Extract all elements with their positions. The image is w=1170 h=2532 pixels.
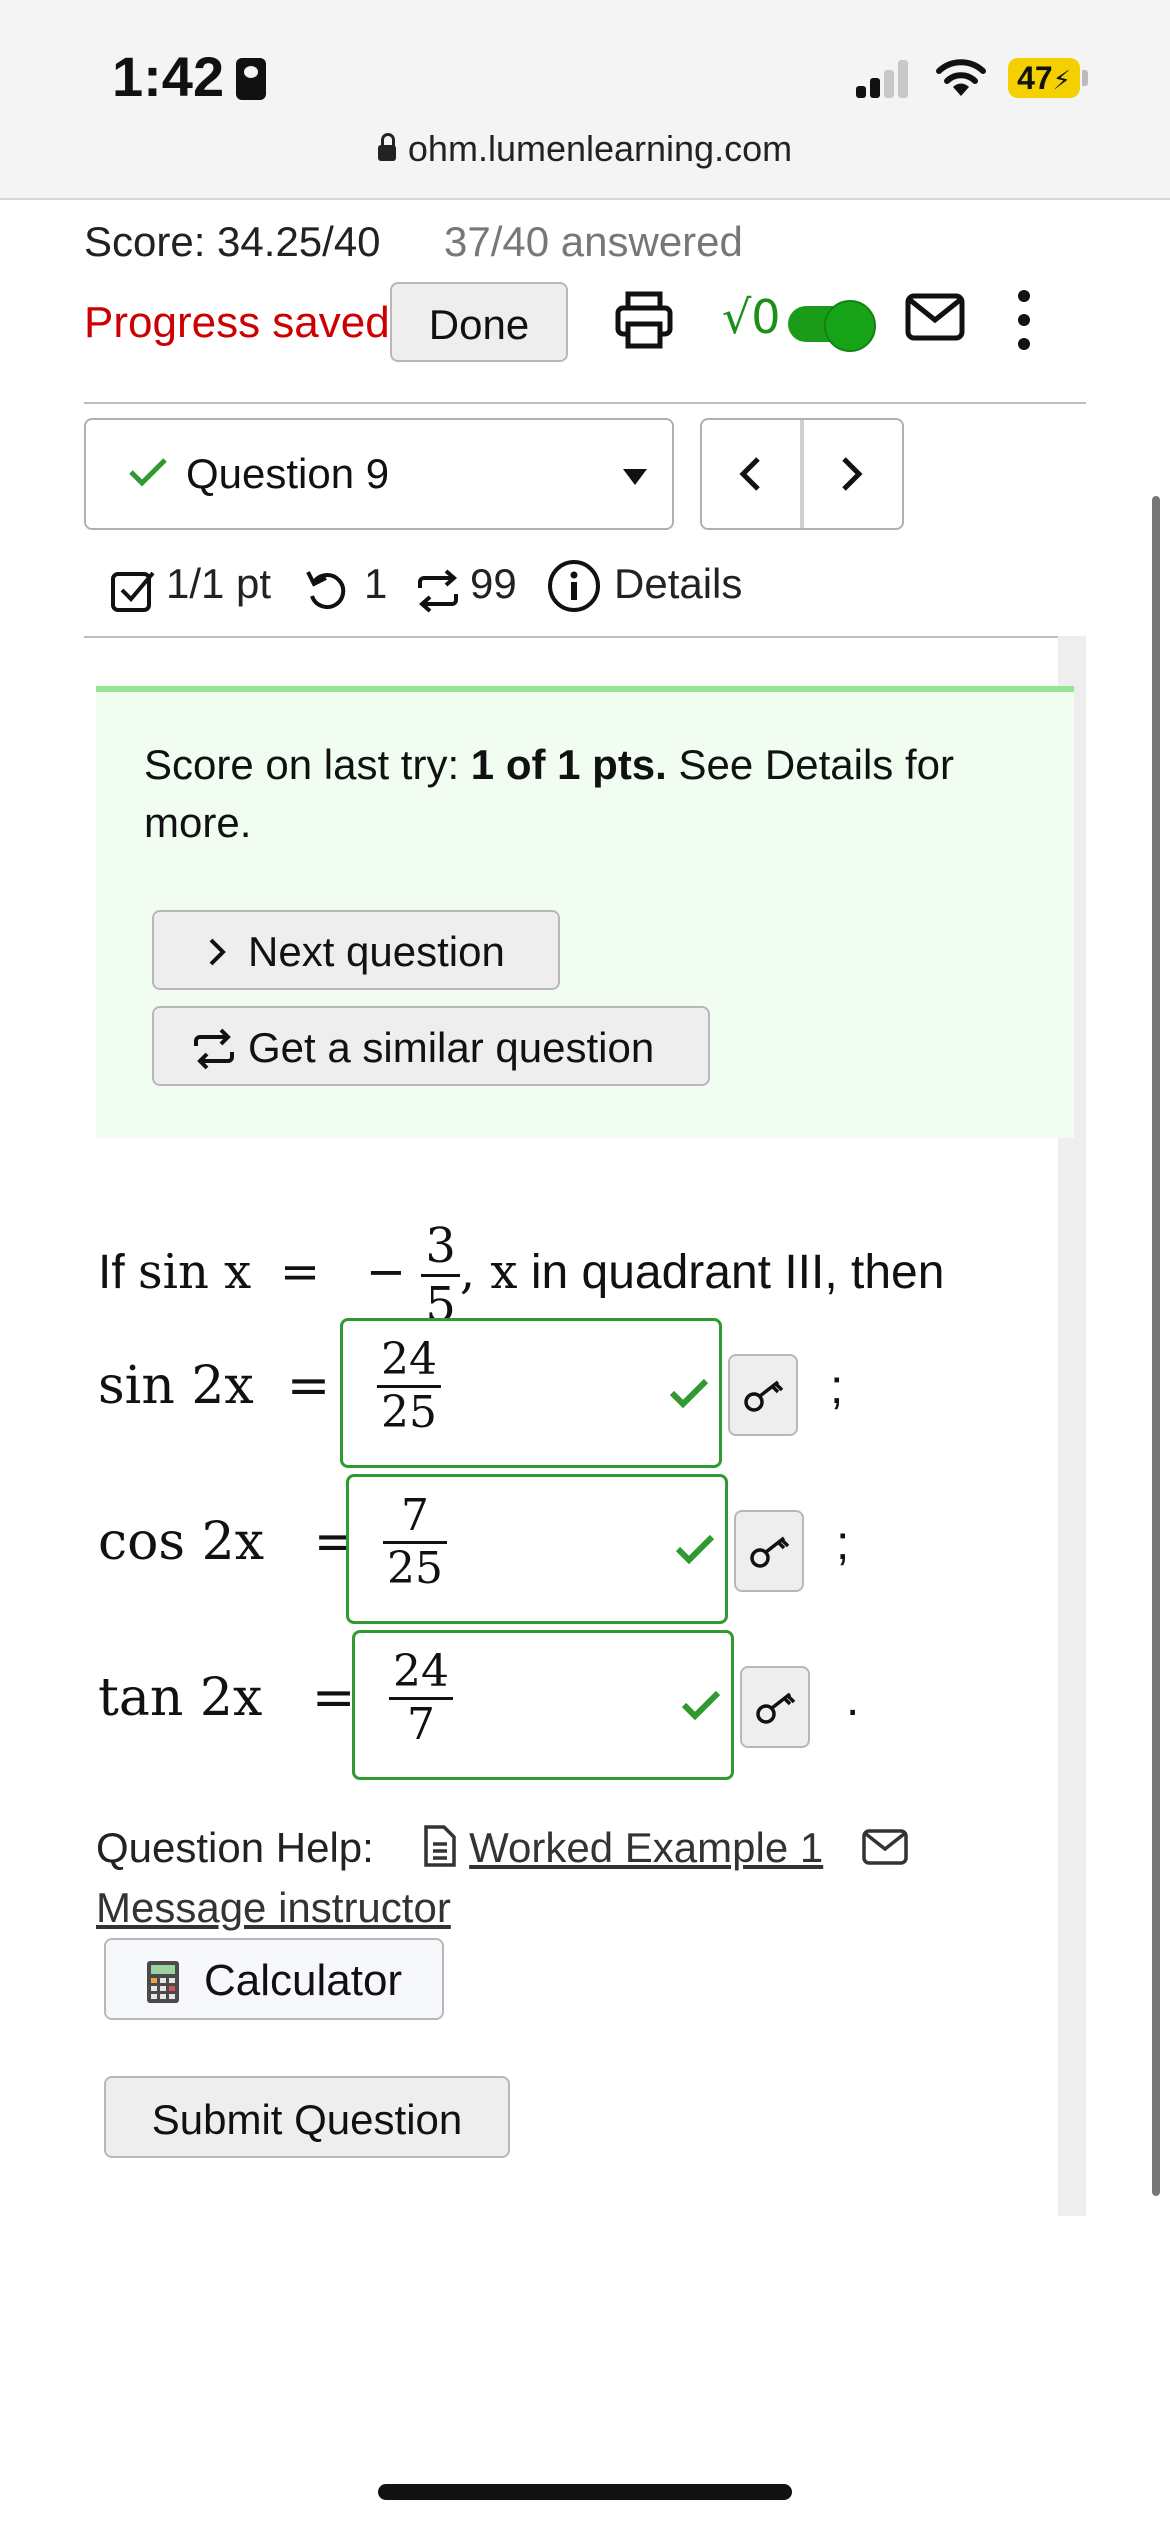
check-icon <box>129 458 167 487</box>
battery-icon: 47⚡ <box>1008 58 1080 98</box>
show-answer-key-button[interactable] <box>728 1354 798 1436</box>
regenerate-icon <box>418 569 458 613</box>
previous-question-icon[interactable] <box>738 456 762 492</box>
retries-count: 1 <box>364 560 388 607</box>
wifi-icon <box>936 59 986 96</box>
question-select[interactable]: Question 9 <box>84 418 674 530</box>
done-button[interactable]: Done <box>390 282 568 362</box>
assessment-score: Score: 34.25/40 <box>84 218 381 265</box>
info-icon[interactable] <box>546 558 602 614</box>
answer-label-cos: cos 2x = <box>98 1512 358 1572</box>
answer-input-cos[interactable]: 7 25 <box>346 1474 728 1624</box>
feedback-panel: Score on last try: 1 of 1 pts. See Detai… <box>96 686 1074 1138</box>
question-points: 1/1 pt <box>166 560 272 607</box>
address-bar[interactable]: ohm.lumenlearning.com <box>0 128 1170 170</box>
points-checkbox-icon <box>111 571 155 612</box>
given-fraction: 3 5 <box>421 1218 460 1333</box>
correct-check-icon <box>675 1534 715 1565</box>
regenerate-icon <box>194 1028 234 1070</box>
answer-value: 7 25 <box>383 1491 447 1594</box>
question-help: Question Help: Worked Example 1 <box>96 1824 909 1872</box>
retry-icon <box>306 571 346 610</box>
correct-check-icon <box>669 1378 709 1409</box>
scrollbar[interactable] <box>1152 496 1160 2196</box>
clock: 1:42 <box>112 44 267 109</box>
answer-punct: ; <box>830 1361 844 1414</box>
header-divider <box>84 402 1086 404</box>
next-question-label: Next question <box>248 928 505 975</box>
selected-question: Question 9 <box>186 450 390 497</box>
similar-question-button[interactable]: Get a similar question <box>152 1006 710 1086</box>
calculator-icon <box>147 1961 179 2003</box>
answer-punct: . <box>846 1673 860 1726</box>
correct-check-icon <box>681 1690 721 1721</box>
chevron-down-icon <box>623 469 647 485</box>
submit-question-button[interactable]: Submit Question <box>104 2076 510 2158</box>
details-link[interactable]: Details <box>614 560 742 608</box>
more-options-icon[interactable] <box>1008 288 1040 352</box>
url-text: ohm.lumenlearning.com <box>407 128 793 169</box>
answered-count: 37/40 answered <box>444 218 743 265</box>
feedback-message: Score on last try: 1 of 1 pts. See Detai… <box>144 741 954 846</box>
answer-input-tan[interactable]: 24 7 <box>352 1630 734 1780</box>
next-question-icon[interactable] <box>840 456 864 492</box>
show-answer-key-button[interactable] <box>734 1510 804 1592</box>
battery-tip <box>1082 70 1088 86</box>
answer-value: 24 7 <box>389 1647 453 1750</box>
key-icon <box>744 1380 784 1412</box>
cellular-signal-icon <box>856 58 916 98</box>
answer-label-sin: sin 2x = <box>98 1356 331 1416</box>
lock-icon <box>377 133 396 161</box>
chevron-right-icon <box>209 938 226 966</box>
calculator-label: Calculator <box>204 1956 403 2005</box>
status-bar: 1:42 47⚡ ohm.lumenlearning.com <box>0 0 1170 200</box>
math-entry-toggle[interactable] <box>788 300 876 352</box>
message-instructor-link[interactable]: Message instructor <box>96 1884 451 1932</box>
answer-label-tan: tan 2x = <box>98 1668 356 1728</box>
question-pager <box>700 418 904 530</box>
calculator-button[interactable]: Calculator <box>104 1938 444 2020</box>
print-icon[interactable] <box>612 288 676 352</box>
given-function: sin x <box>138 1244 252 1301</box>
answer-input-sin[interactable]: 24 25 <box>340 1318 722 1468</box>
question-help-label: Question Help: <box>96 1824 374 1871</box>
similar-question-label: Get a similar question <box>248 1024 655 1071</box>
pager-divider <box>800 420 804 528</box>
math-entry-icon: √0 <box>722 290 781 344</box>
answer-value: 24 25 <box>377 1335 441 1438</box>
worked-example-link[interactable]: Worked Example 1 <box>469 1824 823 1871</box>
mail-icon[interactable] <box>904 292 966 342</box>
problem-statement: If sin x = − 3 5 , x in quadrant III, th… <box>98 1218 945 1333</box>
show-answer-key-button[interactable] <box>740 1666 810 1748</box>
home-indicator <box>378 2484 792 2500</box>
regens-count: 99 <box>470 560 517 607</box>
document-icon <box>423 1825 456 1867</box>
focus-mode-icon <box>236 58 267 100</box>
question-divider <box>84 636 1084 638</box>
next-question-button[interactable]: Next question <box>152 910 560 990</box>
key-icon <box>750 1536 790 1568</box>
mail-icon <box>862 1829 908 1865</box>
key-icon <box>756 1692 796 1724</box>
progress-status: Progress saved <box>84 298 390 347</box>
answer-punct: ; <box>836 1517 850 1570</box>
